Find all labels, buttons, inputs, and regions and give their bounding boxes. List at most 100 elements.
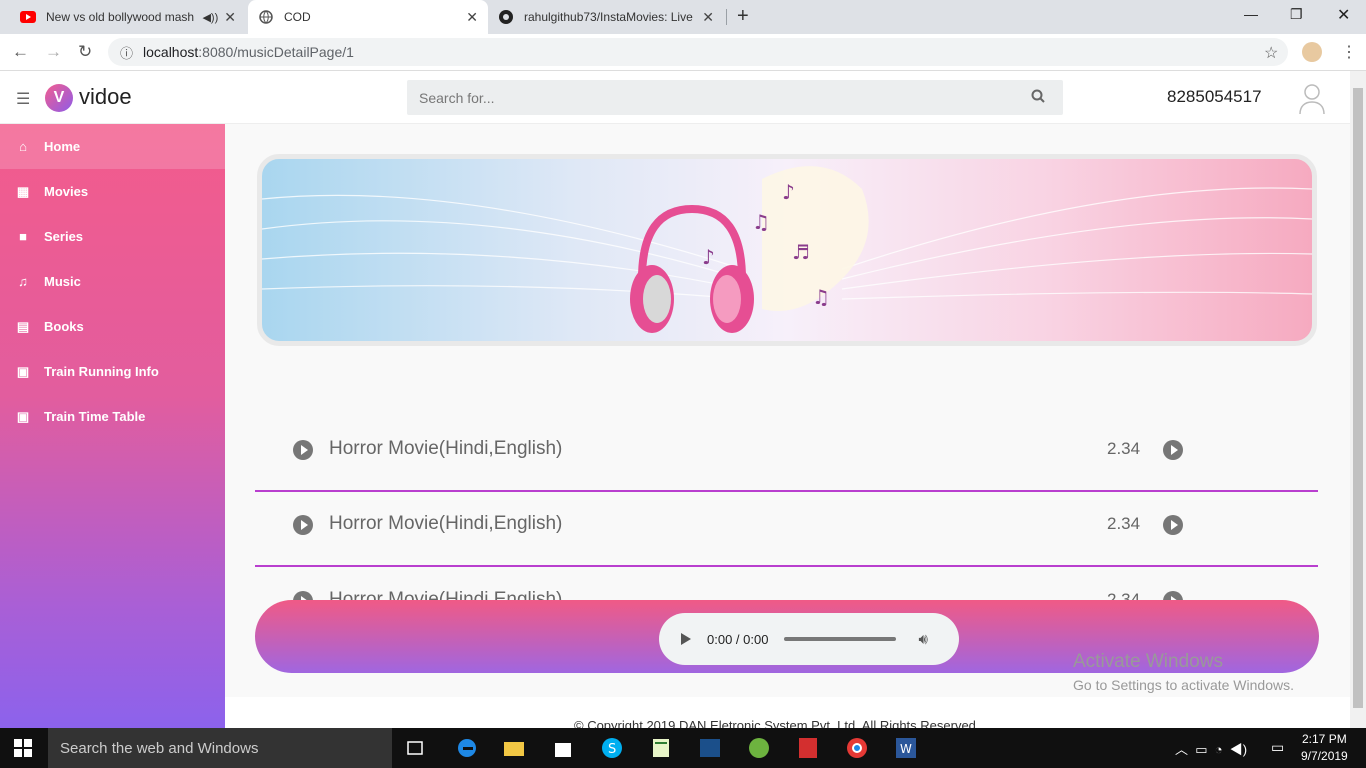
forward-arrow-icon[interactable]: → bbox=[45, 42, 62, 62]
track-duration: 2.34 bbox=[1107, 439, 1141, 458]
sidebar-item-label: Train Time Table bbox=[44, 409, 146, 424]
sidebar-item-home[interactable]: ⌂ Home bbox=[0, 124, 225, 169]
track-title[interactable]: Horror Movie(Hindi,English) bbox=[329, 513, 562, 535]
watermark-subtitle: Go to Settings to activate Windows. bbox=[1073, 677, 1294, 693]
play-icon[interactable] bbox=[293, 440, 313, 460]
notepad-icon[interactable] bbox=[650, 737, 672, 759]
play-icon[interactable] bbox=[1163, 515, 1183, 535]
youtube-icon bbox=[20, 9, 36, 25]
main-content: ♪ ♫ ♬ ♪ ♫ Horror Movie(Hindi,English) 2.34 H… bbox=[225, 124, 1350, 728]
back-arrow-icon[interactable]: ← bbox=[12, 42, 29, 62]
book-icon: ▤ bbox=[16, 318, 30, 334]
track-duration: 2.34 bbox=[1107, 514, 1141, 533]
sidebar-item-train-running-info[interactable]: ▣ Train Running Info bbox=[0, 349, 225, 394]
sidebar-item-series[interactable]: ■ Series bbox=[0, 214, 225, 259]
tab-title: rahulgithub73/InstaMovies: Live bbox=[524, 10, 693, 24]
file-explorer-icon[interactable] bbox=[503, 737, 525, 759]
home-icon: ⌂ bbox=[19, 139, 27, 154]
svg-text:W: W bbox=[900, 742, 912, 756]
audio-play-icon[interactable] bbox=[681, 633, 691, 645]
reload-icon[interactable]: ↻ bbox=[78, 42, 92, 62]
clock-time: 2:17 PM bbox=[1302, 732, 1347, 746]
sidebar-item-movies[interactable]: ▦ Movies bbox=[0, 169, 225, 214]
track-row[interactable]: Horror Movie(Hindi,English) 2.34 bbox=[255, 492, 1318, 567]
film-icon: ▦ bbox=[16, 183, 30, 199]
play-icon[interactable] bbox=[1163, 440, 1183, 460]
system-tray[interactable]: ︿ ▭ ◔ ◀) bbox=[1175, 739, 1247, 758]
page-scrollbar[interactable] bbox=[1350, 71, 1366, 728]
music-banner: ♪ ♫ ♬ ♪ ♫ bbox=[257, 154, 1317, 346]
taskbar-search-input[interactable]: Search the web and Windows bbox=[48, 728, 392, 768]
play-icon[interactable] bbox=[293, 515, 313, 535]
minimize-icon[interactable]: — bbox=[1244, 6, 1258, 22]
chrome-icon[interactable] bbox=[846, 737, 868, 759]
svg-text:♪: ♪ bbox=[702, 245, 715, 269]
sidebar-item-train-time-table[interactable]: ▣ Train Time Table bbox=[0, 394, 225, 439]
app-header: ☰ V vidoe Search for... 8285054517 bbox=[0, 71, 1350, 124]
audio-time: 0:00 / 0:00 bbox=[707, 631, 769, 647]
user-avatar-icon[interactable] bbox=[1298, 81, 1326, 115]
video-camera-icon: ■ bbox=[19, 229, 27, 244]
tab-title: New vs old bollywood mash bbox=[46, 10, 195, 24]
track-title[interactable]: Horror Movie(Hindi,English) bbox=[329, 438, 562, 460]
browser-tab-cod[interactable]: COD ✕ bbox=[248, 0, 488, 34]
sidebar-item-label: Movies bbox=[44, 184, 89, 199]
url-field[interactable]: ⓘ localhost:8080/musicDetailPage/1 bbox=[108, 38, 1288, 66]
skype-icon[interactable]: S bbox=[601, 737, 623, 759]
maximize-icon[interactable]: ❐ bbox=[1290, 6, 1303, 23]
store-icon[interactable] bbox=[552, 737, 574, 759]
more-menu-icon[interactable]: ⋮ bbox=[1341, 42, 1357, 62]
search-input[interactable]: Search for... bbox=[407, 80, 1063, 115]
music-note-icon: ♫ bbox=[18, 274, 28, 289]
sidebar-item-books[interactable]: ▤ Books bbox=[0, 304, 225, 349]
windows-start-icon[interactable] bbox=[14, 739, 32, 757]
windows-taskbar: Search the web and Windows S W ︿ ▭ ◔ ◀) … bbox=[0, 728, 1366, 768]
task-view-icon[interactable] bbox=[405, 737, 427, 759]
close-tab-icon[interactable]: ✕ bbox=[466, 9, 478, 26]
hamburger-menu-icon[interactable]: ☰ bbox=[16, 89, 30, 109]
watermark-title: Activate Windows bbox=[1073, 651, 1223, 672]
tab-separator bbox=[726, 9, 727, 25]
audio-progress-slider[interactable] bbox=[784, 637, 897, 641]
sidebar-item-music[interactable]: ♫ Music bbox=[0, 259, 225, 304]
svg-text:♬: ♬ bbox=[792, 240, 810, 264]
info-icon[interactable]: ⓘ bbox=[120, 43, 133, 62]
taskbar-clock[interactable]: 2:17 PM 9/7/2019 bbox=[1301, 731, 1348, 765]
sidebar-item-label: Home bbox=[44, 139, 81, 154]
close-tab-icon[interactable]: ✕ bbox=[224, 9, 236, 26]
track-row[interactable]: Horror Movie(Hindi,English) 2.34 bbox=[255, 417, 1318, 492]
footer: © Copyright 2019 DAN Eletronic System Pv… bbox=[225, 697, 1350, 728]
spring-tool-icon[interactable] bbox=[748, 737, 770, 759]
logo-text[interactable]: vidoe bbox=[79, 84, 132, 110]
subway-icon: ▣ bbox=[16, 408, 30, 424]
profile-avatar[interactable] bbox=[1302, 42, 1322, 62]
scrollbar-thumb[interactable] bbox=[1353, 88, 1363, 708]
acrobat-icon[interactable] bbox=[797, 737, 819, 759]
phone-number: 8285054517 bbox=[1167, 87, 1262, 106]
taskbar-search-placeholder: Search the web and Windows bbox=[60, 739, 259, 757]
bookmark-star-icon[interactable]: ☆ bbox=[1264, 43, 1278, 63]
search-placeholder: Search for... bbox=[419, 89, 495, 106]
search-icon[interactable] bbox=[1031, 89, 1045, 106]
audio-controls[interactable]: 0:00 / 0:00 🔊︎ bbox=[659, 613, 959, 665]
word-icon[interactable]: W bbox=[895, 737, 917, 759]
svg-text:♪: ♪ bbox=[782, 180, 795, 204]
speaker-icon[interactable]: ◀)) bbox=[202, 11, 218, 24]
close-tab-icon[interactable]: ✕ bbox=[702, 9, 714, 26]
browser-tab-github[interactable]: rahulgithub73/InstaMovies: Live ✕ bbox=[488, 0, 724, 34]
logo-icon[interactable]: V bbox=[45, 84, 73, 112]
volume-icon[interactable]: 🔊︎ bbox=[918, 631, 927, 648]
notification-icon[interactable]: ▭ bbox=[1271, 739, 1284, 756]
headphones-icon bbox=[630, 204, 754, 333]
sql-server-icon[interactable] bbox=[699, 737, 721, 759]
edge-icon[interactable] bbox=[456, 737, 478, 759]
sidebar-item-label: Music bbox=[44, 274, 81, 289]
address-bar-row: ← → ↻ ⓘ localhost:8080/musicDetailPage/1… bbox=[0, 34, 1366, 71]
track-divider bbox=[255, 565, 1318, 567]
browser-tab-youtube[interactable]: New vs old bollywood mash ◀)) ✕ bbox=[10, 0, 246, 34]
train-icon: ▣ bbox=[16, 363, 30, 379]
close-window-icon[interactable]: ✕ bbox=[1337, 5, 1350, 25]
github-icon bbox=[498, 9, 514, 25]
new-tab-button[interactable]: + bbox=[737, 5, 749, 28]
sidebar-item-label: Series bbox=[44, 229, 84, 244]
